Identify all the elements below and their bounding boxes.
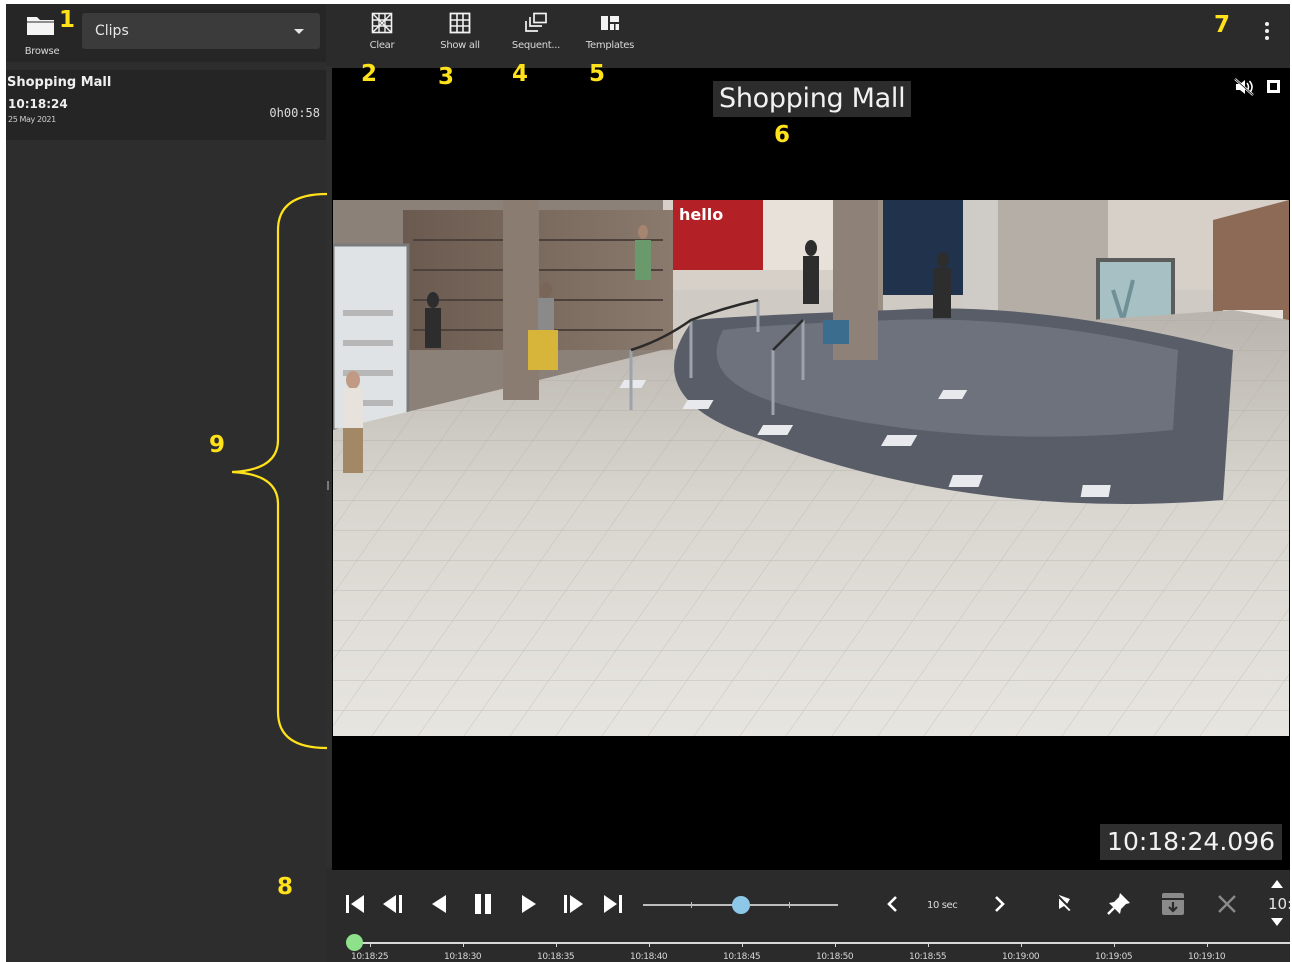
sequence-icon [525, 12, 547, 32]
chevron-down-icon [294, 29, 304, 34]
step-back-icon[interactable] [378, 889, 408, 919]
annotation-number: 2 [361, 61, 378, 87]
prev-step-icon[interactable] [878, 889, 908, 919]
source-select-value: Clips [95, 23, 129, 39]
clear-grid-icon [371, 12, 393, 34]
timeline-tick [1207, 942, 1208, 947]
annotation-number: 9 [209, 432, 226, 458]
clip-list-item[interactable]: Shopping Mall 10:18:24 25 May 2021 0h00:… [6, 70, 326, 140]
timeline-tick [1021, 942, 1022, 947]
hour-jump-text: 10: [1268, 895, 1292, 913]
clear-label: Clear [369, 40, 395, 51]
annotation-number: 7 [1214, 12, 1231, 38]
timeline-label: 10:18:45 [723, 952, 761, 962]
video-frame[interactable]: hello [333, 200, 1289, 736]
annotation-number: 1 [59, 7, 76, 33]
camera-title: Shopping Mall [713, 81, 912, 117]
reverse-play-icon[interactable] [424, 889, 454, 919]
video-timestamp: 10:18:24.096 [1100, 824, 1282, 860]
playback-bar: 10 sec 10: 10:18:25 10:18:30 10:18:35 10… [332, 870, 1292, 962]
skip-to-start-icon[interactable] [340, 889, 370, 919]
timeline-label: 10:18:50 [816, 952, 854, 962]
next-step-icon[interactable] [984, 889, 1014, 919]
speed-tick [789, 902, 790, 908]
annotation-number: 3 [438, 64, 455, 90]
timeline[interactable]: 10:18:25 10:18:30 10:18:35 10:18:40 10:1… [332, 928, 1290, 962]
annotation-number: 6 [774, 122, 791, 148]
layout-toolbar: Clear Show all Sequent... Templates [332, 4, 1290, 66]
stop-icon[interactable] [1267, 80, 1280, 93]
timeline-tick [370, 942, 371, 947]
step-forward-icon[interactable] [558, 889, 588, 919]
annotation-number: 8 [277, 874, 294, 900]
timeline-label: 10:19:10 [1188, 952, 1226, 962]
timeline-label: 10:19:05 [1095, 952, 1133, 962]
sidebar: Browse Clips Shopping Mall 10:18:24 25 M… [6, 4, 326, 962]
svg-text:hello: hello [679, 205, 723, 224]
mute-icon[interactable] [1234, 78, 1254, 96]
timeline-label: 10:19:00 [1002, 952, 1040, 962]
bookmark-icon[interactable] [1104, 889, 1134, 919]
clip-duration: 0h00:58 [269, 106, 320, 120]
templates-icon [601, 16, 619, 30]
timeline-playhead[interactable] [346, 934, 363, 951]
sequence-label: Sequent... [511, 40, 561, 51]
arrow-up-icon[interactable] [1271, 880, 1283, 888]
video-viewer[interactable]: Shopping Mall hello 10:18:24.096 [332, 68, 1290, 870]
show-all-button[interactable]: Show all [432, 10, 488, 60]
timeline-label: 10:18:30 [444, 952, 482, 962]
clear-button[interactable]: Clear [362, 10, 402, 60]
speed-slider[interactable] [643, 896, 838, 914]
archive-icon[interactable] [1158, 889, 1188, 919]
speed-tick [691, 902, 692, 908]
sidebar-header: Browse Clips [6, 4, 326, 62]
arrow-down-icon[interactable] [1271, 918, 1283, 926]
templates-button[interactable]: Templates [582, 10, 638, 60]
timeline-label: 10:18:40 [630, 952, 668, 962]
pause-icon[interactable] [468, 889, 498, 919]
timeline-tick [835, 942, 836, 947]
close-icon[interactable] [1212, 889, 1242, 919]
speed-slider-thumb[interactable] [731, 896, 750, 914]
timeline-tick [556, 942, 557, 947]
timeline-label: 10:18:25 [351, 952, 389, 962]
splitter-grip[interactable] [327, 481, 329, 490]
step-interval-label: 10 sec [927, 900, 958, 911]
app-window: Browse Clips Shopping Mall 10:18:24 25 M… [6, 4, 1292, 962]
timeline-tick [1114, 942, 1115, 947]
browse-label: Browse [24, 46, 60, 57]
more-vertical-icon[interactable] [1262, 22, 1272, 46]
grid-icon [449, 12, 471, 34]
sequence-button[interactable]: Sequent... [504, 10, 568, 60]
show-all-label: Show all [440, 40, 480, 51]
hour-jump-control[interactable]: 10: [1264, 880, 1292, 926]
timeline-tick [649, 942, 650, 947]
timeline-tick [463, 942, 464, 947]
annotation-number: 4 [512, 61, 529, 87]
timeline-tick [742, 942, 743, 947]
annotation-number: 5 [589, 61, 606, 87]
clip-time: 10:18:24 [8, 97, 68, 111]
timeline-label: 10:18:55 [909, 952, 947, 962]
clip-title: Shopping Mall [7, 75, 112, 90]
clear-bookmark-icon[interactable] [1050, 889, 1080, 919]
templates-label: Templates [585, 40, 635, 51]
skip-to-end-icon[interactable] [598, 889, 628, 919]
timeline-track[interactable] [354, 942, 1290, 944]
source-select[interactable]: Clips [82, 13, 320, 49]
clip-date: 25 May 2021 [8, 115, 56, 124]
timeline-tick [928, 942, 929, 947]
timeline-label: 10:18:35 [537, 952, 575, 962]
play-icon[interactable] [514, 889, 544, 919]
folder-icon [27, 17, 54, 35]
